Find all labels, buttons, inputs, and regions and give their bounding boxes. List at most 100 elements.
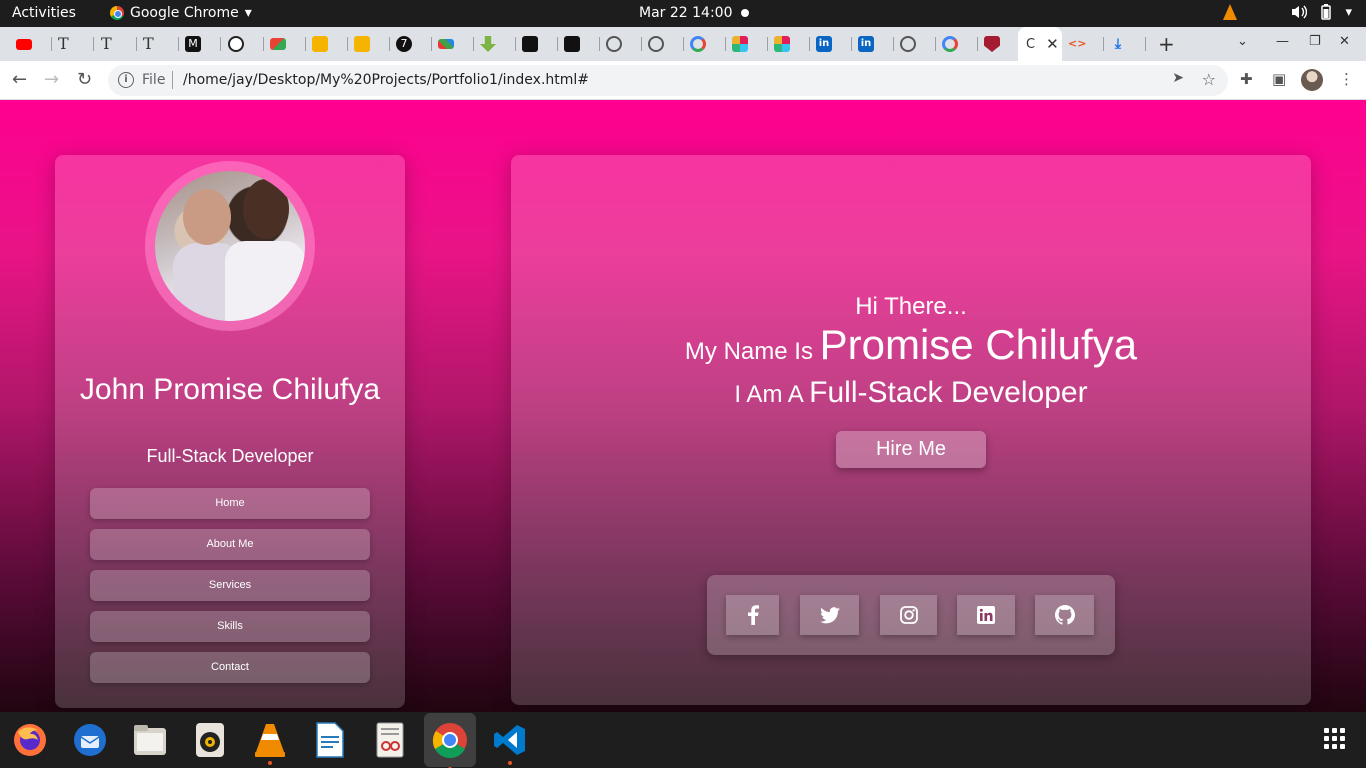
tab-medium[interactable]: M [185, 34, 221, 54]
tab-slides1[interactable] [312, 34, 348, 54]
app-menu[interactable]: Google Chrome ▾ [110, 5, 252, 21]
tab-google1[interactable] [690, 34, 726, 54]
profile-card: John Promise Chilufya Full-Stack Develop… [55, 155, 405, 708]
bookmark-star-icon[interactable]: ☆ [1202, 70, 1216, 89]
tab-chart[interactable] [438, 34, 474, 54]
firefox-launcher[interactable] [9, 719, 51, 761]
thunderbird-icon [74, 724, 106, 756]
devto-icon [564, 36, 580, 52]
battery-icon[interactable] [1319, 4, 1333, 20]
close-icon[interactable]: ✕ [1046, 35, 1059, 53]
github-icon [228, 36, 244, 52]
hero-role: Full-Stack Developer [809, 376, 1088, 409]
tab-loading-icon: C [1026, 36, 1036, 52]
show-apps-icon[interactable] [1324, 728, 1345, 749]
chrome-launcher[interactable] [424, 713, 476, 768]
github-link[interactable] [1035, 595, 1094, 635]
activities-button[interactable]: Activities [12, 5, 76, 21]
info-icon[interactable]: i [118, 72, 134, 88]
tab-active-portfolio[interactable]: C ✕ [1018, 27, 1062, 61]
profile-name: John Promise Chilufya [79, 373, 381, 406]
twitter-link[interactable] [800, 595, 859, 635]
chevron-down-icon: ▾ [244, 5, 252, 21]
tab-t1[interactable]: T [58, 34, 94, 54]
tab-globe3[interactable] [900, 34, 936, 54]
tab-youtube[interactable] [16, 34, 52, 54]
divider [172, 71, 173, 89]
writer-launcher[interactable] [309, 719, 351, 761]
tab-seven[interactable]: 7 [396, 34, 432, 54]
close-window-icon[interactable]: ✕ [1339, 34, 1350, 49]
volume-icon[interactable] [1291, 5, 1308, 19]
thunderbird-launcher[interactable] [69, 719, 111, 761]
side-panel-icon[interactable]: ▣ [1272, 70, 1286, 88]
tab-t3[interactable]: T [143, 34, 179, 54]
forward-icon[interactable]: → [44, 69, 59, 90]
typora-icon: T [143, 34, 154, 53]
tab-downloads[interactable]: ⤓ [1110, 34, 1146, 54]
typora-icon: T [101, 34, 112, 53]
more-menu-icon[interactable]: ⋮ [1339, 70, 1354, 88]
portfolio-page: John Promise Chilufya Full-Stack Develop… [0, 100, 1366, 712]
profile-avatar[interactable] [1301, 69, 1323, 91]
nav-skills-button[interactable]: Skills [90, 611, 370, 642]
reload-icon[interactable]: ↻ [77, 69, 92, 90]
tab-slack1[interactable] [732, 34, 768, 54]
linkedin-link[interactable] [957, 595, 1015, 635]
minimize-icon[interactable]: — [1276, 34, 1289, 49]
vlc-tray-icon[interactable] [1223, 4, 1238, 20]
tab-harvard[interactable] [984, 34, 1020, 54]
clock[interactable]: Mar 22 14:00 [639, 5, 732, 21]
tab-dev2[interactable] [564, 34, 600, 54]
twitter-icon [819, 606, 840, 623]
tab-dev1[interactable] [522, 34, 558, 54]
tab-strip: T T T M 7 in in C ✕ <> ⤓ + ⌄ — ❐ ✕ [0, 27, 1366, 61]
profile-role: Full-Stack Developer [146, 446, 314, 466]
hire-me-button[interactable]: Hire Me [836, 431, 986, 468]
tab-globe1[interactable] [606, 34, 642, 54]
shield-icon [984, 36, 1000, 52]
tab-linkedin2[interactable]: in [858, 34, 894, 54]
tab-t2[interactable]: T [101, 34, 137, 54]
nav-home-button[interactable]: Home [90, 488, 370, 519]
hero-role-line: I Am A Full-Stack Developer [511, 376, 1311, 410]
restore-icon[interactable]: ❐ [1309, 34, 1321, 49]
document-viewer-launcher[interactable] [369, 719, 411, 761]
rhythmbox-launcher[interactable] [189, 719, 231, 761]
slack-icon [732, 36, 748, 52]
hero-card: Hi There... My Name Is Promise Chilufya … [511, 155, 1311, 705]
send-icon[interactable]: ➤ [1172, 70, 1184, 86]
chevron-down-icon[interactable]: ▾ [1345, 5, 1352, 20]
nav-about-button[interactable]: About Me [90, 529, 370, 560]
files-launcher[interactable] [129, 719, 171, 761]
tab-slides2[interactable] [354, 34, 390, 54]
facebook-link[interactable] [726, 595, 779, 635]
url-text[interactable]: /home/jay/Desktop/My%20Projects/Portfoli… [183, 72, 589, 88]
new-tab-button[interactable]: + [1158, 32, 1175, 56]
system-top-bar: Activities Google Chrome ▾ Mar 22 14:00 … [0, 0, 1366, 27]
address-bar[interactable]: i File /home/jay/Desktop/My%20Projects/P… [108, 65, 1228, 96]
tab-globe2[interactable] [648, 34, 684, 54]
tab-search-icon[interactable]: ⌄ [1237, 34, 1248, 49]
tab-code[interactable]: <> [1068, 34, 1104, 54]
instagram-icon [899, 606, 918, 624]
linkedin-icon [977, 606, 995, 624]
vscode-launcher[interactable] [489, 719, 531, 765]
slack-icon [774, 36, 790, 52]
youtube-icon [16, 38, 32, 50]
tab-slack2[interactable] [774, 34, 810, 54]
tab-google2[interactable] [942, 34, 978, 54]
tab-gmail[interactable] [270, 34, 306, 54]
nav-contact-button[interactable]: Contact [90, 652, 370, 683]
nav-services-button[interactable]: Services [90, 570, 370, 601]
globe-icon [900, 36, 916, 52]
extensions-icon[interactable]: ✚ [1240, 70, 1253, 88]
instagram-link[interactable] [880, 595, 937, 635]
back-icon[interactable]: ← [12, 69, 27, 90]
tab-github[interactable] [228, 34, 264, 54]
vlc-launcher[interactable] [249, 719, 291, 765]
tab-linkedin1[interactable]: in [816, 34, 852, 54]
tab-download[interactable] [480, 34, 516, 54]
system-tray[interactable]: ▾ [1223, 4, 1352, 20]
download-icon: ⤓ [1114, 36, 1122, 52]
